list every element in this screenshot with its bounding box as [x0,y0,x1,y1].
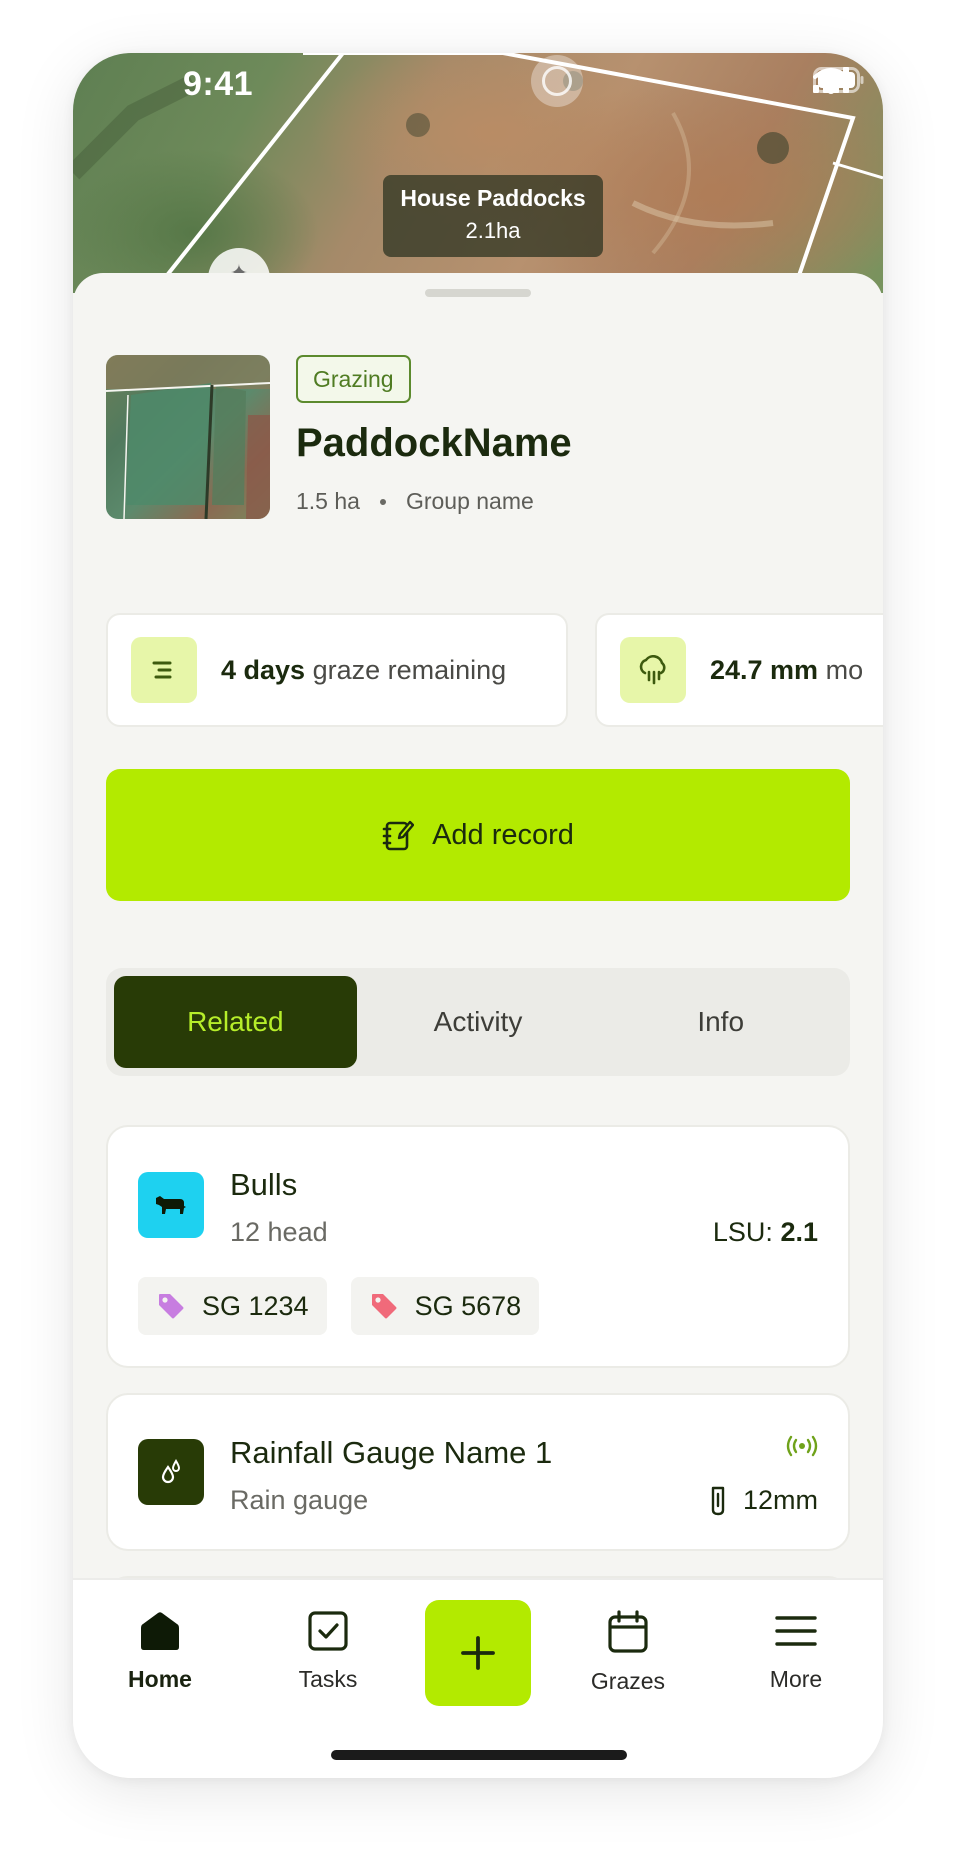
gauge-tube-icon [711,1486,725,1515]
mob-tag[interactable]: SG 1234 [138,1277,327,1335]
notebook-edit-icon [382,820,415,851]
status-time: 9:41 [183,65,254,103]
related-rain-gauge-card[interactable]: Rainfall Gauge Name 1 Rain gauge 12mm [106,1393,850,1551]
stat-graze-text: 4 days graze remaining [221,655,506,686]
stat-rain-text: 24.7 mm mo [710,655,863,686]
plus-icon [461,1636,495,1670]
stat-card-rainfall[interactable]: 24.7 mm mo [595,613,883,727]
camera-cutout [531,55,583,107]
nav-home[interactable]: Home [90,1610,230,1693]
paddock-thumbnail[interactable] [106,355,270,519]
checkbox-icon [308,1611,348,1651]
nav-tasks-label: Tasks [298,1666,358,1692]
live-signal-icon [786,1435,818,1462]
stat-card-graze[interactable]: 4 days graze remaining [106,613,568,727]
satellite-map[interactable]: 9:41 House Paddocks 2.1ha [73,53,883,310]
mob-tag-label: SG 1234 [202,1290,309,1321]
gauge-reading: 12mm [711,1485,818,1516]
stat-graze-value: 4 days [221,654,306,685]
phone-frame: 9:41 House Paddocks 2.1ha Grazing Paddoc… [73,53,883,1778]
menu-icon [775,1616,817,1646]
paddock-detail-sheet: Grazing PaddockName 1.5 ha Group name 4 … [73,273,883,1778]
stat-rain-label: mo [825,654,864,685]
home-indicator[interactable] [331,1750,627,1760]
mob-tag[interactable]: SG 5678 [350,1277,540,1335]
create-button[interactable] [425,1600,531,1706]
add-record-button[interactable]: Add record [106,769,850,901]
nav-home-label: Home [128,1666,192,1692]
tag-icon [159,1294,184,1319]
battery-icon [813,67,864,93]
calendar-icon [608,1610,648,1653]
related-mob-card[interactable]: Bulls 12 head LSU: 2.1 SG 1234 SG 5678 [106,1125,850,1368]
rain-cloud-icon [620,637,686,703]
sheet-drag-handle[interactable] [425,289,531,297]
tab-related[interactable]: Related [114,976,357,1068]
map-paddock-name: House Paddocks [400,185,586,211]
mob-tags: SG 1234 SG 5678 [138,1277,540,1335]
mob-name: Bulls [230,1167,298,1202]
map-paddock-area: 2.1ha [465,218,521,243]
nav-tasks[interactable]: Tasks [258,1610,398,1693]
mob-tag-label: SG 5678 [414,1290,522,1321]
paddock-meta: 1.5 ha Group name [296,488,534,515]
nav-grazes[interactable]: Grazes [558,1610,698,1695]
add-record-label: Add record [432,818,574,851]
water-drops-icon [138,1439,204,1505]
detail-tabs: Related Activity Info [106,968,850,1076]
graze-lines-icon [131,637,197,703]
mob-head-count: 12 head [230,1217,328,1247]
stat-rain-value: 24.7 mm [710,654,819,685]
paddock-name: PaddockName [296,421,572,465]
gauge-reading-value: 12mm [742,1485,818,1515]
paddock-area: 1.5 ha [296,488,360,514]
tab-info[interactable]: Info [599,976,842,1068]
paddock-satellite-thumb [106,355,270,519]
stat-graze-label: graze remaining [312,654,507,685]
grazing-status-badge: Grazing [296,355,411,403]
mob-lsu: LSU: 2.1 [713,1217,818,1248]
nav-grazes-label: Grazes [590,1668,666,1694]
home-icon [141,1612,179,1650]
tab-activity[interactable]: Activity [357,976,600,1068]
paddock-stats-carousel[interactable]: 4 days graze remaining 24.7 mm mo [106,613,883,727]
mob-lsu-value: 2.1 [780,1217,818,1247]
separator-dot [379,498,386,505]
bottom-navigation: Home Tasks Grazes More [73,1578,883,1778]
gauge-name: Rainfall Gauge Name 1 [230,1435,553,1470]
map-paddock-label[interactable]: House Paddocks 2.1ha [383,175,603,257]
nav-more-label: More [769,1666,823,1692]
paddock-group[interactable]: Group name [406,488,534,515]
nav-more[interactable]: More [726,1610,866,1693]
tag-icon [371,1294,397,1319]
mob-lsu-label: LSU: [712,1217,773,1247]
gauge-type: Rain gauge [230,1485,369,1515]
cattle-icon [138,1172,204,1238]
